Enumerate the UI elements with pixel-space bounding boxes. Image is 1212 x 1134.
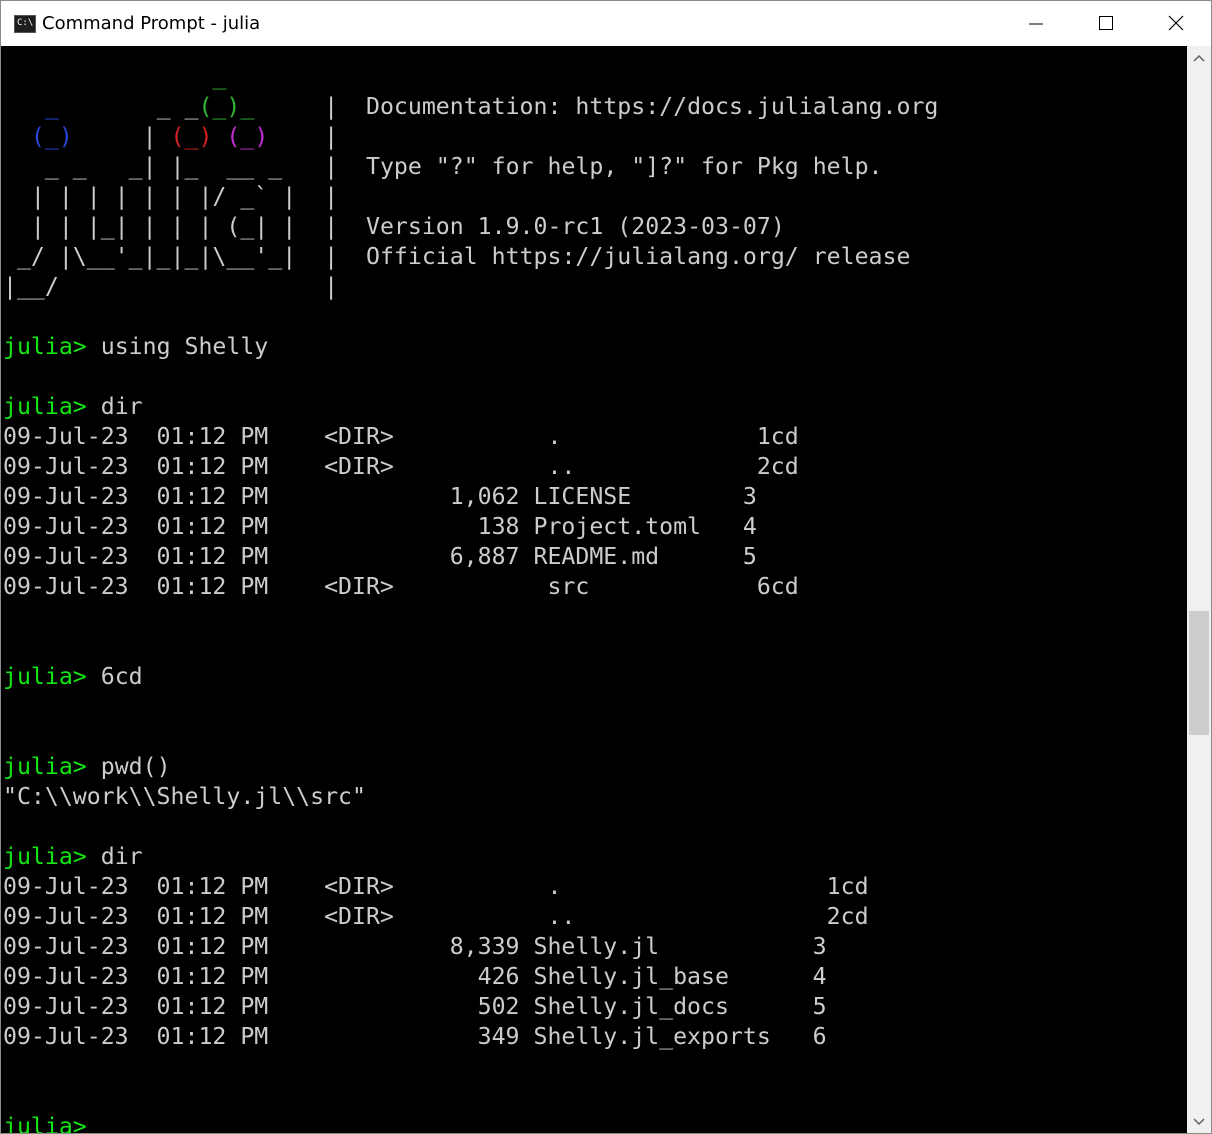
julia-prompt: julia> xyxy=(3,663,101,690)
julia-logo-line: | | | | | | |/ _` | | xyxy=(3,183,339,210)
julia-logo-line: _ _ _| |_ __ _ | xyxy=(3,153,339,180)
repl-output-line: 09-Jul-23 01:12 PM 138 Project.toml 4 xyxy=(3,512,757,542)
repl-command-text: 6cd xyxy=(100,663,143,690)
repl-input-line: julia> dir xyxy=(3,842,143,872)
julia-logo-dot: _ xyxy=(212,63,227,90)
scroll-down-arrow-icon xyxy=(1193,1118,1205,1126)
julia-logo-line: (_) | (_) (_) | xyxy=(30,123,339,150)
repl-output-text: 09-Jul-23 01:12 PM 349 Shelly.jl_exports… xyxy=(3,1023,827,1050)
julia-logo-dot: _ xyxy=(240,93,255,120)
minimize-icon xyxy=(1029,23,1043,25)
repl-output-line: 09-Jul-23 01:12 PM 6,887 README.md 5 xyxy=(3,542,757,572)
repl-input-line: julia> pwd() xyxy=(3,752,171,782)
repl-command-text: dir xyxy=(100,393,143,420)
julia-logo-dot: _ xyxy=(44,93,59,120)
julia-logo-line: | | |_| | | | (_| | | xyxy=(3,213,339,240)
julia-logo-line: _ _ _(_)_ | xyxy=(44,93,339,120)
vertical-scrollbar[interactable] xyxy=(1187,46,1211,1133)
repl-input-line: julia> dir xyxy=(3,392,143,422)
repl-output-text: 09-Jul-23 01:12 PM <DIR> . 1cd xyxy=(3,423,799,450)
repl-output-text: 09-Jul-23 01:12 PM <DIR> . 1cd xyxy=(3,873,869,900)
scroll-thumb[interactable] xyxy=(1189,611,1209,735)
repl-command-text: dir xyxy=(100,843,143,870)
repl-output-text: 09-Jul-23 01:12 PM 6,887 README.md 5 xyxy=(3,543,757,570)
maximize-icon xyxy=(1099,16,1113,30)
repl-output-line: 09-Jul-23 01:12 PM <DIR> .. 2cd xyxy=(3,902,869,932)
repl-command-text: pwd() xyxy=(100,753,171,780)
banner-info-line: Documentation: https://docs.julialang.or… xyxy=(366,93,939,120)
julia-logo-line: _ xyxy=(3,62,226,92)
banner-info-line: Official https://julialang.org/ release xyxy=(366,243,911,270)
julia-logo-dot: (_) xyxy=(30,123,73,150)
repl-output-line: 09-Jul-23 01:12 PM <DIR> src 6cd xyxy=(3,572,799,602)
close-icon xyxy=(1168,15,1184,31)
repl-output-text: 09-Jul-23 01:12 PM 502 Shelly.jl_docs 5 xyxy=(3,993,827,1020)
repl-output-line: 09-Jul-23 01:12 PM <DIR> . 1cd xyxy=(3,872,869,902)
banner-info-line: Type "?" for help, "]?" for Pkg help. xyxy=(366,153,883,180)
julia-prompt: julia> xyxy=(3,333,101,360)
scroll-down-button[interactable] xyxy=(1187,1110,1211,1133)
repl-output-line: 09-Jul-23 01:12 PM <DIR> .. 2cd xyxy=(3,452,799,482)
console-icon-label: C:\ xyxy=(17,18,34,28)
repl-input-line: julia> 6cd xyxy=(3,662,143,692)
julia-logo-dot: (_) xyxy=(170,123,213,150)
console-icon: C:\ xyxy=(14,15,36,33)
command-prompt-window: C:\ Command Prompt - julia _ _ _ _(_)_ |… xyxy=(0,0,1212,1134)
julia-logo-line: _/ |\__'_|_|_|\__'_| | xyxy=(3,243,339,270)
maximize-button[interactable] xyxy=(1071,1,1141,46)
window-title: Command Prompt - julia xyxy=(42,13,261,34)
repl-command-text: using Shelly xyxy=(100,333,269,360)
repl-output-text: 09-Jul-23 01:12 PM <DIR> .. 2cd xyxy=(3,903,869,930)
repl-output-text: 09-Jul-23 01:12 PM 426 Shelly.jl_base 4 xyxy=(3,963,827,990)
repl-output-text: 09-Jul-23 01:12 PM 138 Project.toml 4 xyxy=(3,513,757,540)
close-button[interactable] xyxy=(1141,1,1211,46)
repl-output-line: 09-Jul-23 01:12 PM <DIR> . 1cd xyxy=(3,422,799,452)
julia-prompt: julia> xyxy=(3,753,101,780)
repl-output-line: 09-Jul-23 01:12 PM 426 Shelly.jl_base 4 xyxy=(3,962,827,992)
julia-prompt: julia> xyxy=(3,843,101,870)
repl-output-text: "C:\\work\\Shelly.jl\\src" xyxy=(3,783,366,810)
repl-input-line: julia> using Shelly xyxy=(3,332,268,362)
repl-output-line: "C:\\work\\Shelly.jl\\src" xyxy=(3,782,366,812)
julia-prompt: julia> xyxy=(3,1113,87,1134)
repl-output-text: 09-Jul-23 01:12 PM <DIR> src 6cd xyxy=(3,573,799,600)
title-bar[interactable]: C:\ Command Prompt - julia xyxy=(1,1,1211,46)
julia-prompt: julia> xyxy=(3,393,101,420)
repl-output-line: 09-Jul-23 01:12 PM 349 Shelly.jl_exports… xyxy=(3,1022,827,1052)
repl-output-line: 09-Jul-23 01:12 PM 502 Shelly.jl_docs 5 xyxy=(3,992,827,1022)
scroll-up-button[interactable] xyxy=(1187,46,1211,70)
repl-output-text: 09-Jul-23 01:12 PM 1,062 LICENSE 3 xyxy=(3,483,757,510)
repl-output-line: 09-Jul-23 01:12 PM 8,339 Shelly.jl 3 xyxy=(3,932,827,962)
repl-output-text: 09-Jul-23 01:12 PM <DIR> .. 2cd xyxy=(3,453,799,480)
julia-logo-line: |__/ | xyxy=(3,273,339,300)
julia-logo-dot: (_) xyxy=(198,93,241,120)
repl-output-line: 09-Jul-23 01:12 PM 1,062 LICENSE 3 xyxy=(3,482,757,512)
minimize-button[interactable] xyxy=(1001,1,1071,46)
repl-input-line: julia> xyxy=(3,1112,87,1134)
julia-logo-dot: (_) xyxy=(226,123,269,150)
scroll-up-arrow-icon xyxy=(1193,54,1205,62)
repl-output-text: 09-Jul-23 01:12 PM 8,339 Shelly.jl 3 xyxy=(3,933,827,960)
console-output[interactable]: _ _ _ _(_)_ | (_) | (_) (_) | _ _ _| |_ … xyxy=(1,46,1187,1134)
banner-info-line: Version 1.9.0-rc1 (2023-03-07) xyxy=(366,213,785,240)
